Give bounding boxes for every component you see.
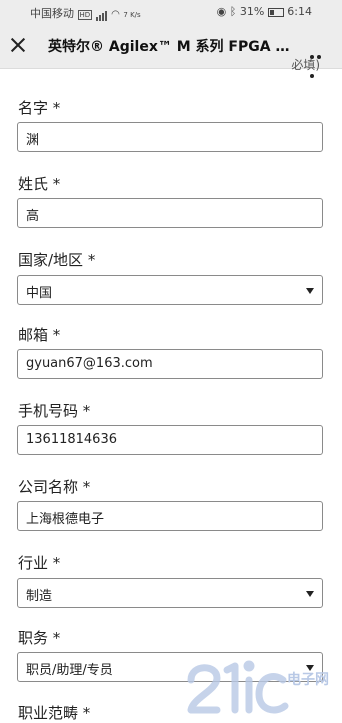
time-label: 6:14 [287, 5, 312, 18]
email-field[interactable]: gyuan67@163.com [17, 349, 323, 379]
carrier-label: 中国移动 [30, 7, 74, 20]
battery-label: 31% [239, 5, 265, 18]
wifi-icon: ◠ [111, 9, 120, 20]
speed-label: 7 K/s [123, 11, 141, 19]
svg-text:电子网: 电子网 [287, 671, 329, 688]
company-label: 公司名称 * [18, 478, 91, 496]
last-name-input[interactable]: 高 [17, 198, 323, 228]
partial-top-text: 必填) [291, 58, 320, 72]
last-name-value: 高 [26, 209, 40, 224]
bluetooth-icon: ᛒ [229, 5, 237, 18]
first-name-input[interactable]: 渊 [17, 122, 323, 152]
chevron-down-icon [306, 591, 314, 597]
chevron-down-icon [306, 288, 314, 294]
close-icon[interactable] [8, 35, 28, 55]
first-name-value: 渊 [26, 133, 40, 148]
email-value: gyuan67@163.com [26, 356, 153, 371]
last-name-label: 姓氏 * [18, 175, 61, 193]
industry-value: 制造 [26, 589, 53, 604]
page-title: 英特尔® Agilex™ M 系列 FPGA 打... [48, 39, 298, 55]
watermark-logo: 电子网 [187, 660, 329, 714]
country-value: 中国 [26, 286, 53, 301]
industry-label: 行业 * [18, 554, 61, 572]
industry-select[interactable]: 制造 [17, 578, 323, 608]
company-value: 上海根德电子 [26, 512, 105, 527]
eye-icon: ◉ [216, 5, 227, 18]
status-right: ◉ ᛒ 31% 6:14 [217, 5, 312, 18]
battery-icon [267, 7, 284, 17]
job-title-value: 职员/助理/专员 [26, 663, 113, 678]
job-title-label: 职务 * [18, 629, 61, 647]
phone-value: 13611814636 [26, 432, 117, 447]
phone-label: 手机号码 * [18, 402, 91, 420]
signal-icon [95, 8, 108, 21]
country-label: 国家/地区 * [18, 251, 96, 269]
status-left: 中国移动 HD ◠ 7 K/s [30, 5, 141, 21]
status-bar: 中国移动 HD ◠ 7 K/s ◉ ᛒ 31% 6:14 [0, 0, 342, 24]
phone-field[interactable]: 13611814636 [17, 425, 323, 455]
email-label: 邮箱 * [18, 326, 61, 344]
first-name-label: 名字 * [18, 99, 61, 117]
more-icon[interactable] [310, 44, 328, 78]
hd-badge: HD [77, 10, 93, 20]
company-field[interactable]: 上海根德电子 [17, 501, 323, 531]
country-select[interactable]: 中国 [17, 275, 323, 305]
